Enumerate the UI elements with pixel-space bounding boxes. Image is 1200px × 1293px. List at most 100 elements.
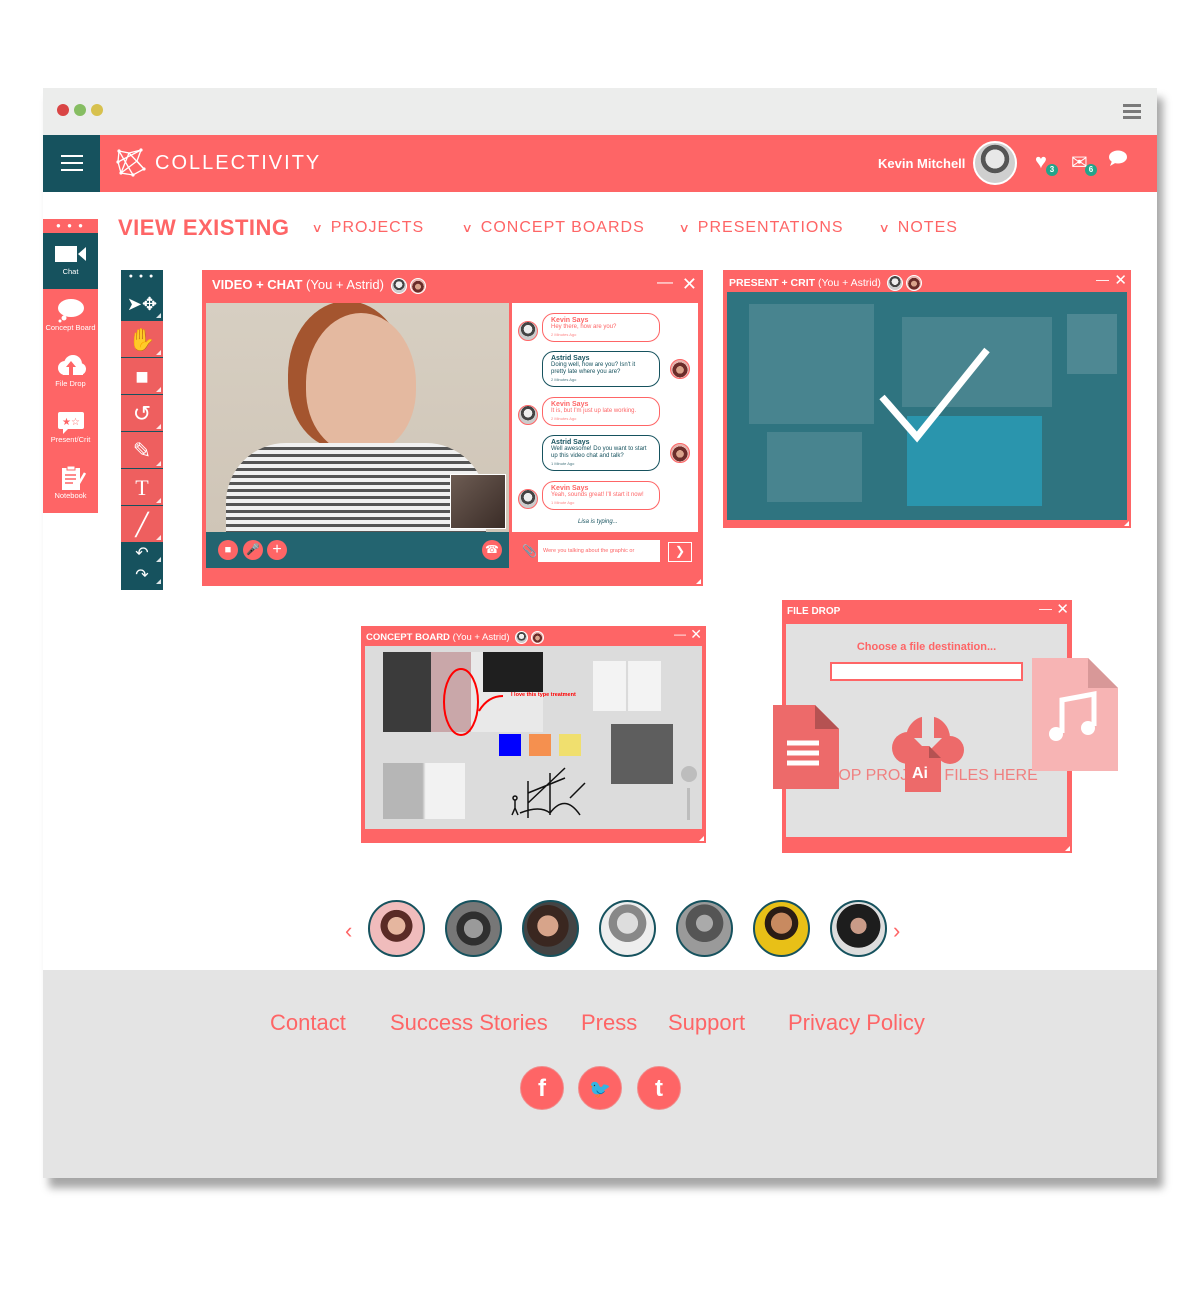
facebook-button[interactable]: f bbox=[520, 1066, 564, 1110]
nav-projects[interactable]: ∨ PROJECTS bbox=[312, 219, 424, 237]
footer-link-support[interactable]: Support bbox=[668, 1010, 745, 1036]
nav-concept-boards[interactable]: ∨ CONCEPT BOARDS bbox=[461, 219, 645, 237]
collaborator-avatar[interactable] bbox=[522, 900, 579, 957]
nav-presentations[interactable]: ∨ PRESENTATIONS bbox=[679, 219, 844, 237]
typing-indicator: Lisa is typing... bbox=[578, 519, 618, 525]
resize-handle[interactable] bbox=[1124, 521, 1129, 526]
close-icon[interactable]: ✕ bbox=[1114, 271, 1127, 289]
star-rating-icon: ★☆ bbox=[57, 412, 84, 434]
toolbar-dots[interactable]: ● ● ● bbox=[121, 270, 163, 284]
zoom-slider[interactable] bbox=[687, 788, 690, 820]
rail-item-file-drop[interactable]: File Drop bbox=[43, 345, 98, 401]
maximize-dot[interactable] bbox=[74, 104, 86, 116]
mic-toggle-button[interactable]: 🎤 bbox=[243, 540, 263, 560]
footer-link-press[interactable]: Press bbox=[581, 1010, 637, 1036]
footer-link-success-stories[interactable]: Success Stories bbox=[390, 1010, 548, 1036]
window-title: VIDEO + CHAT (You + Astrid) bbox=[212, 277, 426, 294]
chat-message-input[interactable] bbox=[538, 540, 660, 562]
resize-handle[interactable] bbox=[696, 579, 701, 584]
minimize-icon[interactable]: — bbox=[657, 274, 673, 292]
resize-handle[interactable] bbox=[1065, 846, 1070, 851]
nav-notes[interactable]: ∨ NOTES bbox=[879, 219, 958, 237]
close-dot[interactable] bbox=[57, 104, 69, 116]
browser-window: COLLECTIVITY Kevin Mitchell ⌄ ♥ 3 ✉ 6 VI… bbox=[43, 88, 1157, 1178]
view-existing-heading: VIEW EXISTING bbox=[118, 215, 290, 240]
user-name: Kevin Mitchell bbox=[878, 156, 966, 171]
close-icon[interactable]: ✕ bbox=[1056, 600, 1069, 618]
send-button[interactable]: ❯ bbox=[668, 542, 692, 562]
twitter-button[interactable]: 🐦 bbox=[578, 1066, 622, 1110]
likes-button[interactable]: ♥ 3 bbox=[1035, 151, 1058, 176]
rotate-tool[interactable]: ↺ bbox=[121, 395, 163, 432]
minimize-icon[interactable]: — bbox=[1096, 272, 1109, 287]
hand-tool[interactable]: ✋ bbox=[121, 321, 163, 358]
presentation-canvas bbox=[727, 292, 1127, 520]
minimize-dot[interactable] bbox=[91, 104, 103, 116]
footer-link-privacy-policy[interactable]: Privacy Policy bbox=[788, 1010, 925, 1036]
message-text: It is, but I'm just up late working. bbox=[551, 408, 637, 414]
collaborator-avatar[interactable] bbox=[445, 900, 502, 957]
select-move-tool[interactable]: ➤✥ bbox=[121, 284, 163, 321]
window-title: CONCEPT BOARD (You + Astrid) bbox=[366, 631, 545, 644]
rail-item-concept-board[interactable]: Concept Board bbox=[43, 289, 98, 345]
window-title: FILE DROP bbox=[787, 606, 841, 617]
rectangle-tool[interactable]: ■ bbox=[121, 358, 163, 395]
presentation-sidebar bbox=[1067, 314, 1117, 374]
user-avatar[interactable] bbox=[973, 141, 1017, 185]
footer-link-contact[interactable]: Contact bbox=[270, 1010, 346, 1036]
rail-item-present-crit[interactable]: ★☆ Present/Crit bbox=[43, 401, 98, 457]
color-swatch[interactable] bbox=[499, 734, 521, 756]
close-icon[interactable]: ✕ bbox=[682, 274, 697, 295]
resize-handle[interactable] bbox=[699, 836, 704, 841]
concept-board-window: CONCEPT BOARD (You + Astrid) — ✕ I love … bbox=[361, 626, 706, 843]
mood-image bbox=[383, 763, 465, 819]
destination-input[interactable] bbox=[830, 662, 1023, 681]
chevron-right-icon: › bbox=[893, 918, 901, 943]
line-tool[interactable]: ╱ bbox=[121, 506, 163, 543]
close-icon[interactable]: ✕ bbox=[690, 626, 702, 643]
chat-message: Astrid Says Well awesome! Do you want to … bbox=[542, 435, 660, 471]
audio-file-icon bbox=[1032, 658, 1118, 771]
tumblr-button[interactable]: t bbox=[637, 1066, 681, 1110]
carousel-prev-button[interactable]: ‹ bbox=[345, 918, 352, 944]
carousel-next-button[interactable]: › bbox=[893, 918, 900, 944]
user-menu[interactable]: Kevin Mitchell ⌄ bbox=[878, 156, 984, 172]
pencil-tool[interactable]: ✎ bbox=[121, 432, 163, 469]
rail-dots[interactable]: ● ● ● bbox=[43, 219, 98, 233]
add-participant-button[interactable]: + bbox=[267, 540, 287, 560]
text-icon: T bbox=[135, 475, 149, 500]
camera-toggle-button[interactable]: ■ bbox=[218, 540, 238, 560]
browser-menu-icon[interactable] bbox=[1123, 104, 1141, 122]
chevron-right-icon: ❯ bbox=[674, 544, 686, 558]
minimize-icon[interactable]: — bbox=[674, 627, 686, 641]
text-tool[interactable]: T bbox=[121, 469, 163, 506]
messages-button[interactable]: ✉ 6 bbox=[1071, 150, 1097, 176]
drawing-toolbar: ● ● ● ➤✥ ✋ ■ ↺ ✎ T ╱ ↶ ↷ bbox=[121, 270, 163, 590]
collaborator-avatar[interactable] bbox=[676, 900, 733, 957]
color-swatch[interactable] bbox=[529, 734, 551, 756]
chat-button[interactable] bbox=[1108, 149, 1128, 173]
pan-control[interactable] bbox=[681, 766, 697, 782]
minimize-icon[interactable]: — bbox=[1039, 601, 1052, 616]
hang-up-icon: ☎ bbox=[485, 544, 499, 556]
chevron-left-icon: ‹ bbox=[345, 918, 353, 943]
undo-button[interactable]: ↶ bbox=[121, 543, 163, 565]
menu-button[interactable] bbox=[43, 135, 100, 192]
rail-item-notebook[interactable]: Notebook bbox=[43, 457, 98, 513]
redo-button[interactable]: ↷ bbox=[121, 565, 163, 587]
chat-panel: Kevin Says Hey there, how are you? 2 Minut… bbox=[512, 303, 698, 532]
chevron-down-icon: ∨ bbox=[461, 221, 475, 235]
color-swatch[interactable] bbox=[559, 734, 581, 756]
rail-item-chat[interactable]: Chat bbox=[43, 233, 98, 289]
kevin-avatar bbox=[518, 321, 538, 341]
message-text: Hey there, how are you? bbox=[551, 324, 617, 330]
participant-avatar-kevin bbox=[390, 277, 407, 294]
kevin-avatar bbox=[518, 489, 538, 509]
participant-avatar-astrid bbox=[531, 631, 545, 644]
collaborator-avatar[interactable] bbox=[368, 900, 425, 957]
end-call-button[interactable]: ☎ bbox=[482, 540, 502, 560]
collaborator-avatar[interactable] bbox=[753, 900, 810, 957]
collaborator-avatar[interactable] bbox=[599, 900, 656, 957]
attach-icon[interactable]: 📎 bbox=[522, 544, 537, 558]
collaborator-avatar[interactable] bbox=[830, 900, 887, 957]
